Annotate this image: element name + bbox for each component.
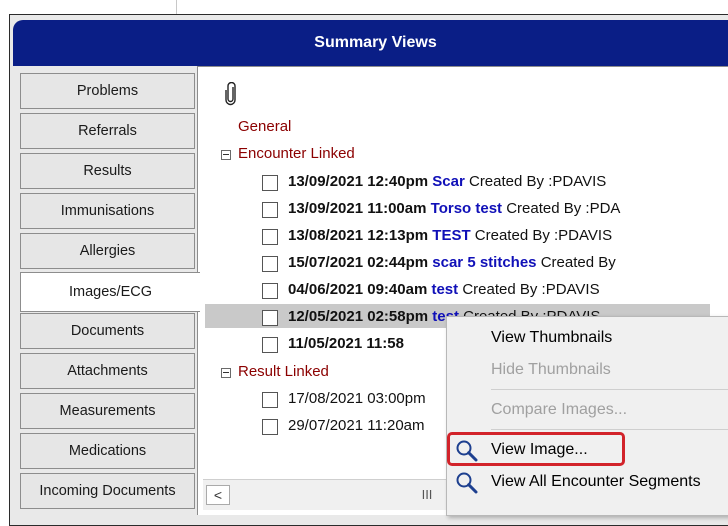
item-title: scar 5 stitches bbox=[432, 254, 537, 271]
item-created-by: Created By :PDAVIS bbox=[474, 227, 613, 244]
magnifier-icon bbox=[456, 472, 478, 494]
item-datetime: 12/05/2021 02:58pm bbox=[288, 308, 429, 325]
item-checkbox[interactable] bbox=[262, 202, 278, 218]
item-title: Torso test bbox=[430, 200, 503, 217]
item-created-by: Created By :PDAVIS bbox=[462, 281, 600, 298]
item-datetime: 29/07/2021 11:20am bbox=[288, 417, 425, 434]
tab-referrals[interactable]: Referrals bbox=[20, 113, 195, 149]
item-datetime: 04/06/2021 09:40am bbox=[288, 281, 428, 298]
item-datetime: 15/07/2021 02:44pm bbox=[288, 254, 429, 271]
menu-item-label: Hide Thumbnails bbox=[491, 361, 611, 378]
window-top-divider bbox=[176, 0, 177, 14]
scroll-left-arrow[interactable]: < bbox=[206, 485, 230, 505]
tree-node-encounter-linked[interactable]: Encounter Linked bbox=[238, 145, 355, 162]
collapse-result-linked-icon[interactable] bbox=[221, 368, 231, 378]
item-title: Scar bbox=[432, 173, 465, 190]
menu-item-label: View Thumbnails bbox=[491, 329, 613, 346]
view-image-highlight bbox=[447, 432, 625, 466]
window-title: Summary Views bbox=[13, 20, 728, 66]
item-datetime: 13/08/2021 12:13pm bbox=[288, 227, 429, 244]
item-datetime: 11/05/2021 11:58 bbox=[288, 335, 404, 352]
menu-item-view-thumbnails[interactable]: View Thumbnails bbox=[447, 323, 728, 353]
menu-separator bbox=[491, 389, 728, 390]
item-checkbox[interactable] bbox=[262, 229, 278, 245]
item-checkbox[interactable] bbox=[262, 419, 278, 435]
paperclip-icon[interactable] bbox=[224, 82, 238, 106]
tab-allergies[interactable]: Allergies bbox=[20, 233, 195, 269]
item-datetime: 17/08/2021 03:00pm bbox=[288, 390, 426, 407]
list-item[interactable]: 13/09/2021 11:00am Torso test Created By… bbox=[288, 200, 620, 217]
list-item[interactable]: 29/07/2021 11:20am bbox=[288, 417, 425, 434]
list-item[interactable]: 04/06/2021 09:40am test Created By :PDAV… bbox=[288, 281, 600, 298]
item-title: test bbox=[431, 281, 459, 298]
item-checkbox[interactable] bbox=[262, 337, 278, 353]
tab-immunisations[interactable]: Immunisations bbox=[20, 193, 195, 229]
list-item[interactable]: 13/09/2021 12:40pm Scar Created By :PDAV… bbox=[288, 173, 606, 190]
item-checkbox[interactable] bbox=[262, 283, 278, 299]
tab-images-ecg[interactable]: Images/ECG bbox=[20, 272, 200, 312]
tab-documents[interactable]: Documents bbox=[20, 313, 195, 349]
tab-medications[interactable]: Medications bbox=[20, 433, 195, 469]
item-title: TEST bbox=[432, 227, 471, 244]
scroll-thumb[interactable]: III bbox=[407, 485, 447, 505]
menu-item-label: View All Encounter Segments bbox=[491, 473, 701, 490]
list-item[interactable]: 17/08/2021 03:00pm bbox=[288, 390, 426, 407]
menu-item-hide-thumbnails[interactable]: Hide Thumbnails bbox=[447, 355, 728, 385]
list-item[interactable]: 11/05/2021 11:58 bbox=[288, 335, 404, 352]
item-created-by: Created By :PDAVIS bbox=[468, 173, 607, 190]
tab-measurements[interactable]: Measurements bbox=[20, 393, 195, 429]
list-item[interactable]: 15/07/2021 02:44pm scar 5 stitches Creat… bbox=[288, 254, 616, 271]
menu-item-view-all-encounter-segments[interactable]: View All Encounter Segments bbox=[447, 467, 728, 497]
item-checkbox[interactable] bbox=[262, 310, 278, 326]
menu-item-label: Compare Images... bbox=[491, 401, 628, 418]
item-checkbox[interactable] bbox=[262, 392, 278, 408]
collapse-encounter-linked-icon[interactable] bbox=[221, 150, 231, 160]
menu-separator bbox=[491, 429, 728, 430]
list-item[interactable]: 13/08/2021 12:13pm TEST Created By :PDAV… bbox=[288, 227, 612, 244]
item-checkbox[interactable] bbox=[262, 256, 278, 272]
tab-problems[interactable]: Problems bbox=[20, 73, 195, 109]
tab-results[interactable]: Results bbox=[20, 153, 195, 189]
tab-incoming-documents[interactable]: Incoming Documents bbox=[20, 473, 195, 509]
menu-item-compare-images[interactable]: Compare Images... bbox=[447, 395, 728, 425]
item-datetime: 13/09/2021 11:00am bbox=[288, 200, 427, 217]
item-created-by: Created By :PDA bbox=[506, 200, 621, 217]
tab-attachments[interactable]: Attachments bbox=[20, 353, 195, 389]
item-checkbox[interactable] bbox=[262, 175, 278, 191]
tree-node-general[interactable]: General bbox=[238, 118, 291, 135]
item-created-by: Created By bbox=[540, 254, 616, 271]
context-menu: View Thumbnails Hide Thumbnails Compare … bbox=[446, 316, 728, 516]
tree-node-result-linked[interactable]: Result Linked bbox=[238, 363, 329, 380]
item-datetime: 13/09/2021 12:40pm bbox=[288, 173, 429, 190]
